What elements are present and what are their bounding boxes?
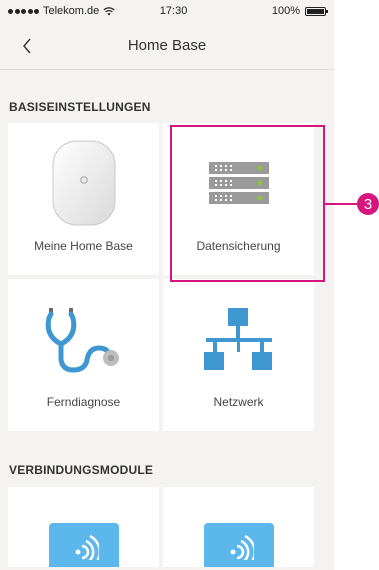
home-base-device-icon (8, 135, 159, 231)
modules-grid (0, 487, 334, 567)
stethoscope-icon (8, 291, 159, 387)
callout-highlight-frame (170, 125, 325, 282)
phone-screen: Telekom.de 17:30 100% Home Base BASISEIN… (0, 0, 334, 570)
battery-fill (307, 8, 324, 14)
callout-number-badge: 3 (357, 193, 379, 215)
network-icon (163, 291, 314, 387)
module-tile[interactable] (163, 487, 314, 567)
tile-label: Meine Home Base (34, 239, 133, 253)
carrier-name: Telekom.de (43, 5, 100, 17)
callout-line (325, 203, 358, 205)
wireless-module-icon (203, 523, 274, 567)
tile-netzwerk[interactable]: Netzwerk (163, 279, 314, 431)
back-button[interactable] (22, 34, 42, 58)
status-left: Telekom.de (8, 5, 115, 17)
tile-meine-home-base[interactable]: Meine Home Base (8, 123, 159, 275)
page-title: Home Base (127, 37, 207, 54)
status-right: 100% (271, 5, 328, 17)
section-title: BASISEINSTELLUNGEN (9, 100, 151, 114)
wifi-icon (103, 6, 115, 15)
tile-ferndiagnose[interactable]: Ferndiagnose (8, 279, 159, 431)
section-title: VERBINDUNGSMODULE (9, 463, 154, 477)
navigation-bar: Home Base (0, 22, 334, 70)
wireless-module-icon (48, 523, 119, 567)
tile-label: Ferndiagnose (46, 395, 121, 409)
battery-percent: 100% (271, 5, 300, 17)
tile-label: Netzwerk (213, 395, 264, 409)
chevron-left-icon (23, 38, 31, 54)
module-tile[interactable] (8, 487, 159, 567)
signal-strength-icon (8, 8, 39, 14)
battery-icon (305, 6, 328, 16)
section-verbindungsmodule: VERBINDUNGSMODULE (0, 463, 334, 567)
status-bar: Telekom.de 17:30 100% (0, 0, 334, 22)
status-time: 17:30 (159, 5, 188, 17)
